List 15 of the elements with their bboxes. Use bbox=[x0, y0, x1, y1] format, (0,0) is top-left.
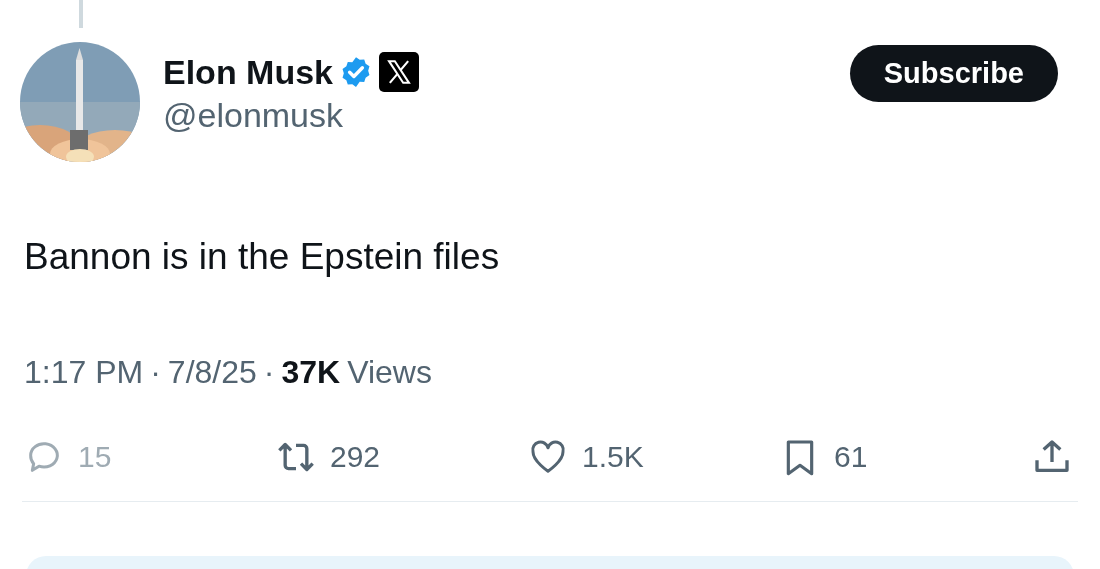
subscribe-button[interactable]: Subscribe bbox=[849, 45, 1058, 102]
post-time: 1:17 PM bbox=[24, 354, 144, 391]
view-count: 37K bbox=[281, 354, 341, 391]
post-text: Bannon is in the Epstein files bbox=[24, 236, 501, 278]
post-date: 7/8/25 bbox=[167, 354, 257, 391]
x-logo-icon bbox=[379, 52, 420, 92]
action-count: 292 bbox=[330, 440, 381, 474]
separator: · bbox=[150, 354, 161, 391]
action-count: 15 bbox=[78, 440, 112, 474]
action-count: 1.5K bbox=[582, 440, 644, 474]
action-count: 61 bbox=[834, 440, 868, 474]
separator: · bbox=[263, 354, 275, 391]
author-handle: @elonmusk bbox=[163, 96, 345, 135]
author-name: Elon Musk bbox=[163, 52, 334, 92]
views-label: Views bbox=[347, 354, 432, 391]
